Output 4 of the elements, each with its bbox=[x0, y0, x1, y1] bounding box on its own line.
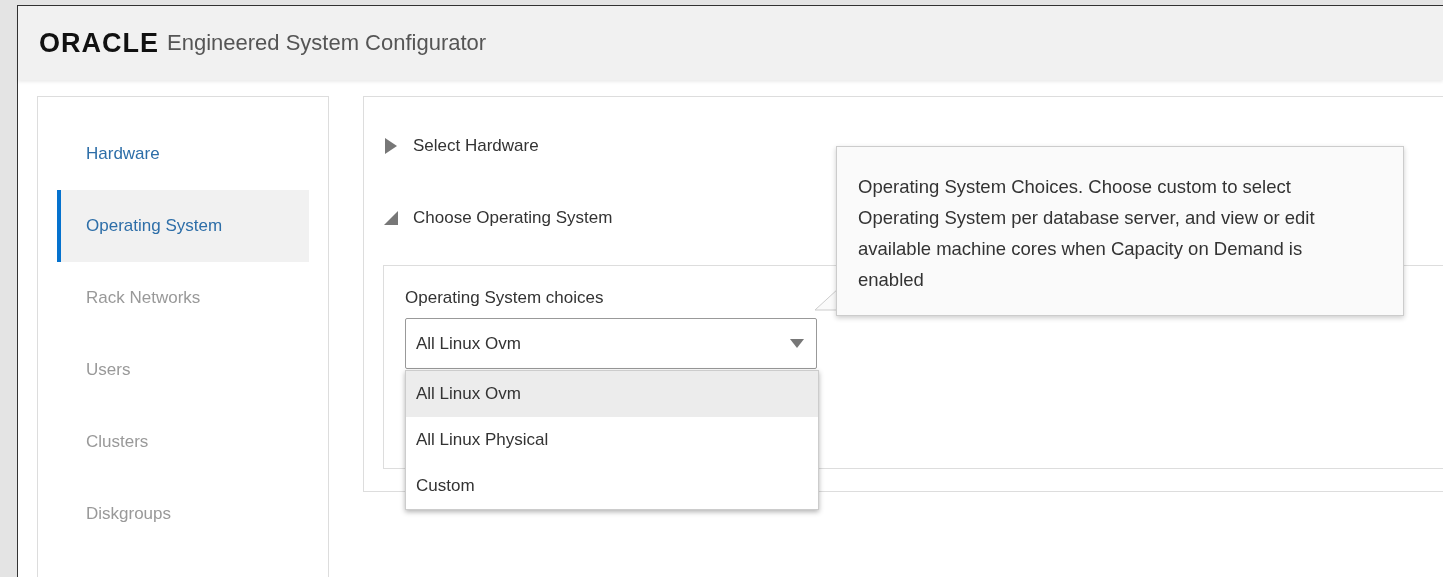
app-title: Engineered System Configurator bbox=[167, 30, 487, 56]
tooltip-text: Operating System Choices. Choose custom to select Operating System per database server, and view or edit available machine cores when Capacity on Demand is enabled bbox=[858, 176, 1315, 290]
field-label: Operating System choices bbox=[405, 288, 604, 308]
oracle-logo: ORACLE bbox=[39, 27, 159, 59]
